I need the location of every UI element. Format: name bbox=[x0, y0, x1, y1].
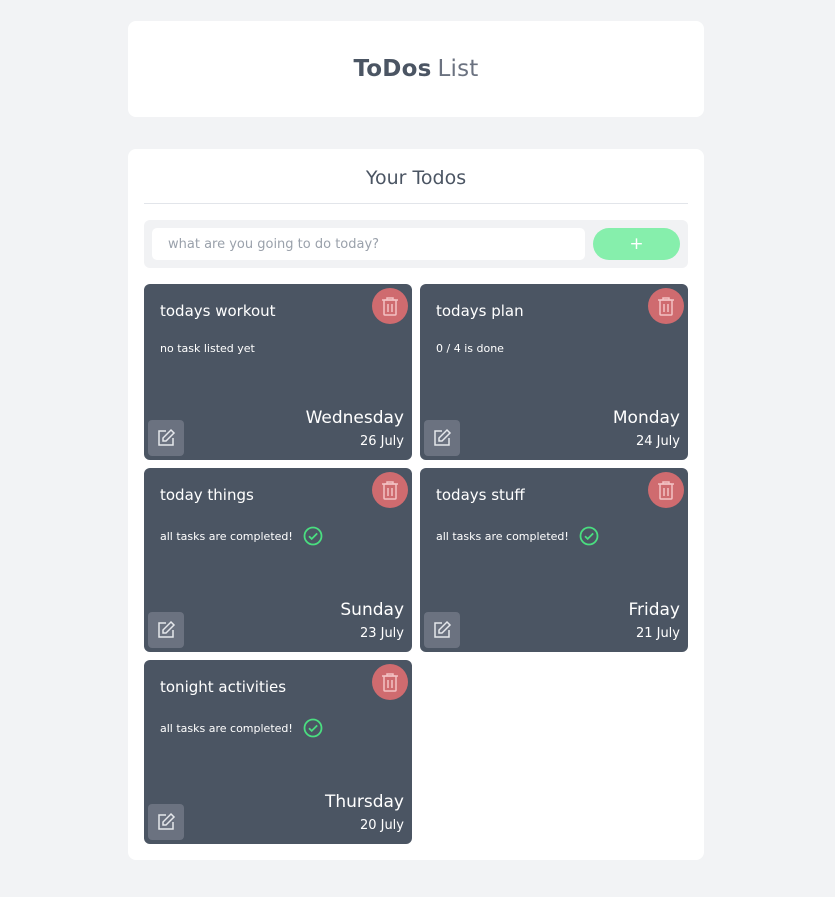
todo-date: 20 July bbox=[359, 818, 404, 833]
todo-title: today things bbox=[160, 486, 254, 504]
app-title-light: List bbox=[437, 56, 479, 82]
todo-day: Thursday bbox=[324, 792, 404, 812]
check-circle-icon bbox=[579, 526, 599, 546]
todo-card[interactable]: todays plan 0 / 4 is done Monday 24 July bbox=[420, 284, 688, 460]
todo-status-text: all tasks are completed! bbox=[436, 529, 569, 543]
todo-title: todays workout bbox=[160, 302, 276, 320]
todos-panel: Your Todos + todays workout no task list… bbox=[128, 149, 704, 860]
edit-button[interactable] bbox=[424, 420, 460, 456]
edit-icon bbox=[434, 620, 452, 638]
edit-icon bbox=[158, 620, 176, 638]
todo-status-text: no task listed yet bbox=[160, 342, 255, 355]
todo-card[interactable]: todays workout no task listed yet Wednes… bbox=[144, 284, 412, 460]
todo-title: todays stuff bbox=[436, 486, 525, 504]
todo-status: all tasks are completed! bbox=[160, 526, 323, 546]
todo-day: Wednesday bbox=[305, 408, 404, 428]
todo-status: all tasks are completed! bbox=[160, 718, 323, 738]
todo-status-text: all tasks are completed! bbox=[160, 529, 293, 543]
trash-icon bbox=[382, 673, 398, 692]
trash-icon bbox=[658, 481, 674, 500]
todo-status: all tasks are completed! bbox=[436, 526, 599, 546]
check-circle-icon bbox=[303, 526, 323, 546]
edit-button[interactable] bbox=[424, 612, 460, 648]
app-title: ToDos List bbox=[353, 56, 478, 82]
edit-button[interactable] bbox=[148, 612, 184, 648]
todo-date: 24 July bbox=[635, 434, 680, 449]
trash-icon bbox=[382, 297, 398, 316]
todo-status: 0 / 4 is done bbox=[436, 342, 504, 355]
section-title: Your Todos bbox=[144, 167, 688, 204]
todo-card[interactable]: todays stuff all tasks are completed! Fr… bbox=[420, 468, 688, 652]
edit-button[interactable] bbox=[148, 804, 184, 840]
todo-date: 21 July bbox=[635, 626, 680, 641]
delete-button[interactable] bbox=[648, 288, 684, 324]
edit-icon bbox=[434, 428, 452, 446]
trash-icon bbox=[658, 297, 674, 316]
todo-title: todays plan bbox=[436, 302, 524, 320]
delete-button[interactable] bbox=[648, 472, 684, 508]
todo-day: Friday bbox=[628, 600, 680, 620]
check-circle-icon bbox=[303, 718, 323, 738]
edit-button[interactable] bbox=[148, 420, 184, 456]
todo-status-text: all tasks are completed! bbox=[160, 721, 293, 735]
todo-day: Monday bbox=[612, 408, 680, 428]
todo-title: tonight activities bbox=[160, 678, 287, 696]
todo-date: 23 July bbox=[359, 626, 404, 641]
todo-day: Sunday bbox=[340, 600, 404, 620]
edit-icon bbox=[158, 428, 176, 446]
todo-card[interactable]: tonight activities all tasks are complet… bbox=[144, 660, 412, 844]
todo-status-text: 0 / 4 is done bbox=[436, 342, 504, 355]
todo-date: 26 July bbox=[359, 434, 404, 449]
app-header: ToDos List bbox=[128, 21, 704, 117]
todo-status: no task listed yet bbox=[160, 342, 255, 355]
delete-button[interactable] bbox=[372, 664, 408, 700]
delete-button[interactable] bbox=[372, 472, 408, 508]
delete-button[interactable] bbox=[372, 288, 408, 324]
add-todo-bar: + bbox=[144, 220, 688, 268]
add-todo-button[interactable]: + bbox=[593, 228, 680, 260]
trash-icon bbox=[382, 481, 398, 500]
app-title-bold: ToDos bbox=[353, 56, 432, 82]
todo-card[interactable]: today things all tasks are completed! Su… bbox=[144, 468, 412, 652]
new-todo-input[interactable] bbox=[152, 228, 585, 260]
edit-icon bbox=[158, 812, 176, 830]
